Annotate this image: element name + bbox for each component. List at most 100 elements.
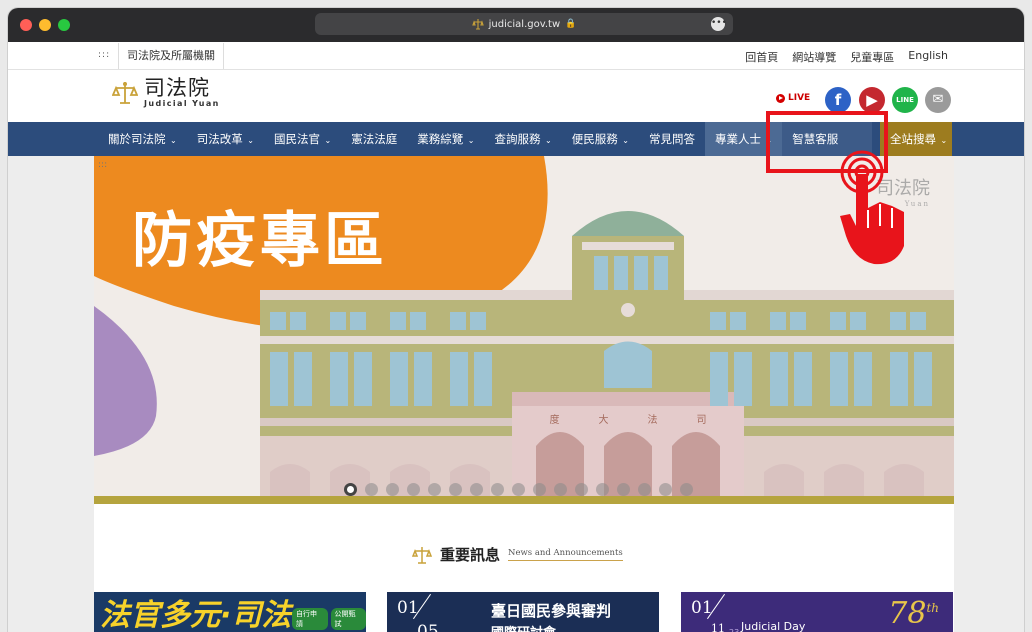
carousel-dot[interactable] bbox=[449, 483, 462, 496]
carousel-dot[interactable] bbox=[344, 483, 357, 496]
home-link[interactable]: 回首頁 bbox=[745, 49, 778, 65]
card-date: 01 11 bbox=[691, 593, 726, 632]
kids-link[interactable]: 兒童專區 bbox=[850, 49, 894, 65]
window-controls bbox=[20, 19, 70, 31]
mail-icon[interactable]: ✉ bbox=[925, 87, 951, 113]
nav-item[interactable]: 憲法法庭 bbox=[341, 122, 407, 156]
nav-item-label: 業務綜覽 bbox=[417, 132, 464, 146]
news-subtitle: News and Announcements bbox=[508, 548, 623, 561]
minimize-window-button[interactable] bbox=[39, 19, 51, 31]
nav-item[interactable]: 智慧客服 bbox=[782, 122, 873, 156]
nav-item[interactable]: 查詢服務 ⌄ bbox=[485, 122, 562, 156]
site-logo[interactable]: 司法院 Judicial Yuan bbox=[112, 77, 220, 108]
chevron-down-icon: ⌄ bbox=[619, 136, 629, 145]
nav-item[interactable]: 業務綜覽 ⌄ bbox=[407, 122, 484, 156]
chevron-down-icon: ⌄ bbox=[542, 136, 552, 145]
card-headline: 臺日國民參與審判 bbox=[491, 602, 612, 620]
logo-english: Judicial Yuan bbox=[144, 99, 220, 108]
nav-item-label: 關於司法院 bbox=[108, 132, 166, 146]
card-headline: 法官多元·司法 bbox=[100, 598, 292, 632]
watermark-zh: 司法院 bbox=[876, 178, 930, 199]
carousel-dot[interactable] bbox=[617, 483, 630, 496]
live-label: LIVE bbox=[788, 93, 811, 103]
address-bar[interactable]: judicial.gov.tw 🔒 ••• bbox=[315, 13, 733, 35]
main-nav: 關於司法院 ⌄ 司法改革 ⌄ 國民法官 ⌄ 憲法法庭 業務綜覽 ⌄ 查詢服務 ⌄ 便民服務 … bbox=[8, 122, 1024, 158]
building-sign: 度 大 法 司 bbox=[530, 411, 726, 426]
carousel-dots bbox=[344, 483, 693, 496]
nav-item[interactable]: 便民服務 ⌄ bbox=[562, 122, 639, 156]
live-link[interactable]: LIVE bbox=[776, 93, 810, 103]
carousel-dot[interactable] bbox=[470, 483, 483, 496]
nav-item-label: 便民服務 bbox=[571, 132, 618, 146]
carousel-dot[interactable] bbox=[596, 483, 609, 496]
card-date-day: 11 bbox=[711, 622, 725, 632]
news-card[interactable]: 01 11 23 Judicial Day 78th bbox=[681, 592, 953, 632]
nav-item[interactable]: 國民法官 ⌄ bbox=[264, 122, 341, 156]
top-links: 回首頁 網站導覽 兒童專區 English bbox=[745, 49, 948, 65]
card-year-fragment: 23 bbox=[729, 628, 739, 632]
lock-icon: 🔒 bbox=[565, 19, 577, 29]
news-card[interactable]: 法官多元·司法 自行申請 公開甄試 bbox=[94, 592, 366, 632]
hero-section: ::: 防疫專區 度 大 法 司 司法院 Yuan 重要訊息 News and … bbox=[8, 156, 1024, 632]
carousel-dot[interactable] bbox=[680, 483, 693, 496]
carousel-dot[interactable] bbox=[533, 483, 546, 496]
nav-item[interactable]: 專業人士 ⌄ bbox=[705, 122, 783, 156]
carousel-dot[interactable] bbox=[638, 483, 651, 496]
nav-item[interactable]: 關於司法院 ⌄ bbox=[98, 122, 187, 156]
chevron-down-icon: ⌄ bbox=[763, 136, 773, 145]
nav-item[interactable]: 常見問答 bbox=[639, 122, 705, 156]
menu-grid-icon[interactable]: ::: bbox=[98, 50, 110, 60]
sitemap-link[interactable]: 網站導覽 bbox=[792, 49, 836, 65]
carousel-dot[interactable] bbox=[659, 483, 672, 496]
chevron-down-icon: ⌄ bbox=[322, 136, 332, 145]
carousel-dot[interactable] bbox=[428, 483, 441, 496]
card-number: 78th bbox=[888, 596, 939, 631]
carousel-dot[interactable] bbox=[386, 483, 399, 496]
carousel-dot[interactable] bbox=[365, 483, 378, 496]
hero-menu-icon: ::: bbox=[98, 160, 108, 170]
news-title: 重要訊息 bbox=[440, 546, 501, 564]
card-date-day: 05 bbox=[417, 622, 439, 632]
watermark-en: Yuan bbox=[904, 200, 930, 208]
news-card[interactable]: 01 05 臺日國民參與審判 國際研討會 bbox=[387, 592, 659, 632]
hero-banner[interactable]: ::: 防疫專區 度 大 法 司 司法院 Yuan bbox=[94, 156, 954, 504]
english-link[interactable]: English bbox=[908, 49, 948, 65]
facebook-icon[interactable]: f bbox=[825, 87, 851, 113]
nav-item-label: 查詢服務 bbox=[494, 132, 541, 146]
building-sign-char: 大 bbox=[598, 415, 609, 426]
agencies-link[interactable]: 司法院及所屬機關 bbox=[118, 43, 224, 69]
carousel-dot[interactable] bbox=[575, 483, 588, 496]
nav-item-label: 司法改革 bbox=[196, 132, 243, 146]
site-search-button[interactable]: 全站搜尋 ⌄ bbox=[880, 122, 952, 158]
card-tag: 自行申請 bbox=[292, 608, 328, 630]
card-tag: 公開甄試 bbox=[330, 608, 366, 630]
site-search-label: 全站搜尋 bbox=[890, 132, 936, 146]
line-icon[interactable]: LINE bbox=[892, 87, 918, 113]
site-emblem-icon bbox=[471, 19, 484, 30]
browser-window: judicial.gov.tw 🔒 ••• ::: 司法院及所屬機關 回首頁 網… bbox=[8, 8, 1024, 632]
nav-item-label: 國民法官 bbox=[274, 132, 320, 146]
site-header: 司法院 Judicial Yuan LIVE f ▶ LINE ✉ bbox=[8, 70, 1024, 122]
close-window-button[interactable] bbox=[20, 19, 32, 31]
zoom-window-button[interactable] bbox=[58, 19, 70, 31]
chevron-down-icon: ⌄ bbox=[244, 136, 254, 145]
url-text: judicial.gov.tw bbox=[488, 18, 561, 30]
youtube-icon[interactable]: ▶ bbox=[859, 87, 885, 113]
live-play-icon bbox=[776, 93, 785, 103]
hero-watermark: 司法院 Yuan bbox=[876, 174, 930, 208]
card-number-suffix: th bbox=[926, 601, 939, 615]
carousel-dot[interactable] bbox=[554, 483, 567, 496]
carousel-dot[interactable] bbox=[407, 483, 420, 496]
nav-item-label: 常見問答 bbox=[649, 132, 695, 146]
carousel-dot[interactable] bbox=[491, 483, 504, 496]
scales-emblem-icon bbox=[412, 546, 432, 564]
browser-titlebar: judicial.gov.tw 🔒 ••• bbox=[8, 8, 1024, 42]
building-sign-char: 度 bbox=[549, 415, 560, 426]
chevron-down-icon: ⌄ bbox=[167, 136, 177, 145]
more-options-icon[interactable]: ••• bbox=[711, 17, 727, 31]
carousel-dot[interactable] bbox=[512, 483, 525, 496]
nav-item[interactable]: 司法改革 ⌄ bbox=[187, 122, 264, 156]
building-sign-char: 法 bbox=[647, 415, 658, 426]
news-section: 重要訊息 News and Announcements 法官多元·司法 自行申請… bbox=[94, 504, 954, 632]
nav-item-label: 憲法法庭 bbox=[351, 132, 398, 146]
